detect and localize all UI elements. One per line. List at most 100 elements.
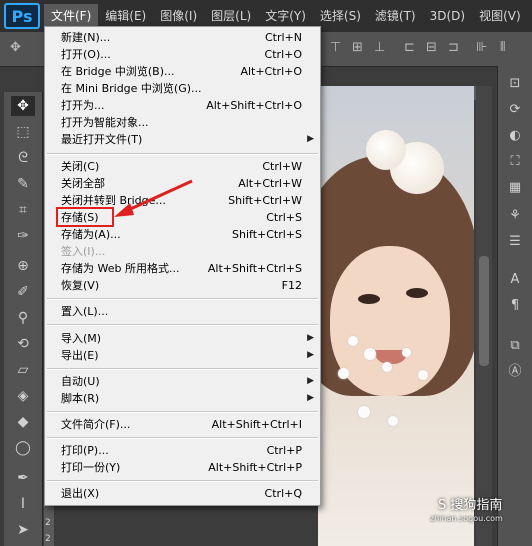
lasso-icon[interactable]: ᘓ (11, 148, 35, 168)
menu-item-save-for-web[interactable]: 存储为 Web 所用格式... Alt+Shift+Ctrl+S (45, 260, 320, 277)
paragraph-panel-icon[interactable]: ¶ (503, 296, 527, 316)
photo-hair-puff (366, 130, 406, 170)
photo-flower (418, 370, 428, 380)
brush-icon[interactable]: ✐ (11, 282, 35, 302)
menu-item-recent-files[interactable]: 最近打开文件(T) ▶ (45, 131, 320, 148)
scrollbar-thumb[interactable] (479, 256, 489, 366)
menu-item-place[interactable]: 置入(L)... (45, 303, 320, 320)
sogou-watermark-url: zhinan.sogou.com (430, 514, 503, 523)
menu-separator (47, 480, 318, 482)
menu-filter[interactable]: 滤镜(T) (368, 4, 423, 28)
menu-layer[interactable]: 图层(L) (204, 4, 258, 28)
menu-item-automate[interactable]: 自动(U) ▶ (45, 373, 320, 390)
type-icon[interactable]: Ⅰ (11, 494, 35, 514)
menu-file[interactable]: 文件(F) (44, 4, 99, 28)
align-hcenter-icon[interactable]: ⊟ (426, 40, 437, 55)
eyedropper-icon[interactable]: ✑ (11, 226, 35, 246)
menu-separator (47, 324, 318, 326)
menu-item-revert[interactable]: 恢复(V) F12 (45, 277, 320, 294)
align-vcenter-icon[interactable]: ⊞ (352, 40, 363, 55)
photoshop-logo: Ps (4, 3, 40, 29)
blur-icon[interactable]: ◆ (11, 412, 35, 432)
marquee-icon[interactable]: ⬚ (11, 122, 35, 142)
submenu-arrow-icon: ▶ (307, 134, 314, 144)
align-bottom-icon[interactable]: ⊥ (374, 40, 385, 55)
histogram-panel-icon[interactable]: ▦ (503, 178, 527, 198)
menu-item-close[interactable]: 关闭(C) Ctrl+W (45, 158, 320, 175)
menu-item-export[interactable]: 导出(E) ▶ (45, 347, 320, 364)
history-panel-icon[interactable]: ⊡ (503, 74, 527, 94)
menu-item-save-as[interactable]: 存储为(A)... Shift+Ctrl+S (45, 226, 320, 243)
move-icon[interactable]: ✥ (11, 96, 35, 116)
menu-item-exit[interactable]: 退出(X) Ctrl+Q (45, 485, 320, 502)
ruler-number: 2 (45, 534, 51, 544)
menu-item-browse-mini-bridge[interactable]: 在 Mini Bridge 中浏览(G)... (45, 80, 320, 97)
history-brush-icon[interactable]: ⟲ (11, 334, 35, 354)
character-panel-icon[interactable]: A (503, 270, 527, 290)
brush-presets-icon[interactable]: ⚘ (503, 206, 527, 226)
vertical-scrollbar[interactable] (476, 86, 492, 546)
document-canvas[interactable] (318, 86, 474, 546)
align-top-icon[interactable]: ⊤ (330, 40, 341, 55)
layer-comps-icon[interactable]: ⧉ (503, 336, 527, 356)
menu-separator (47, 298, 318, 300)
right-panel-dock: ⊡ ⟳ ◐ ⛶ ▦ ⚘ ☰ A ¶ ⧉ Ⓐ (497, 66, 532, 546)
bucket-icon[interactable]: ◈ (11, 386, 35, 406)
menu-3d[interactable]: 3D(D) (423, 4, 472, 28)
menu-item-print-one-copy[interactable]: 打印一份(Y) Alt+Shift+Ctrl+P (45, 459, 320, 476)
photo-flower (402, 348, 411, 357)
menu-type[interactable]: 文字(Y) (258, 4, 313, 28)
photo-flower (364, 348, 376, 360)
actions-panel-icon[interactable]: ⟳ (503, 100, 527, 120)
pen-icon[interactable]: ✒ (11, 468, 35, 488)
distribute-icon[interactable]: ⊪ (476, 40, 487, 55)
submenu-arrow-icon: ▶ (307, 376, 314, 386)
healing-icon[interactable]: ⊕ (11, 256, 35, 276)
menu-separator (47, 411, 318, 413)
submenu-arrow-icon: ▶ (307, 393, 314, 403)
ruler-number: 2 (45, 518, 51, 528)
align-left-icon[interactable]: ⊏ (404, 40, 415, 55)
menu-item-browse-bridge[interactable]: 在 Bridge 中浏览(B)... Alt+Ctrl+O (45, 63, 320, 80)
photo-flower (382, 362, 392, 372)
align-right-icon[interactable]: ⊐ (448, 40, 459, 55)
submenu-arrow-icon: ▶ (307, 333, 314, 343)
menu-image[interactable]: 图像(I) (153, 4, 204, 28)
crop-icon[interactable]: ⌗ (11, 200, 35, 220)
stamp-icon[interactable]: ⚲ (11, 308, 35, 328)
photo-eye (406, 288, 428, 298)
glyphs-panel-icon[interactable]: Ⓐ (503, 362, 527, 382)
menu-view[interactable]: 视图(V) (472, 4, 528, 28)
sogou-watermark: S 搜狗指南 (438, 498, 503, 513)
menu-item-open-smart-object[interactable]: 打开为智能对象... (45, 114, 320, 131)
photo-flower (338, 368, 349, 379)
menu-item-file-info[interactable]: 文件简介(F)... Alt+Shift+Ctrl+I (45, 416, 320, 433)
file-menu-dropdown: 新建(N)... Ctrl+N 打开(O)... Ctrl+O 在 Bridge 中… (44, 26, 321, 506)
menu-item-new[interactable]: 新建(N)... Ctrl+N (45, 29, 320, 46)
photo-flower (348, 336, 358, 346)
distribute-h-icon[interactable]: ⫴ (500, 40, 505, 55)
tool-presets-icon[interactable]: ☰ (503, 232, 527, 252)
menu-edit[interactable]: 编辑(E) (98, 4, 153, 28)
menu-item-print[interactable]: 打印(P)... Ctrl+P (45, 442, 320, 459)
info-panel-icon[interactable]: ◐ (503, 126, 527, 146)
submenu-arrow-icon: ▶ (307, 350, 314, 360)
menu-select[interactable]: 选择(S) (313, 4, 368, 28)
photo-flower (358, 406, 370, 418)
menu-item-scripts[interactable]: 脚本(R) ▶ (45, 390, 320, 407)
quick-select-icon[interactable]: ✎ (11, 174, 35, 194)
menu-item-import[interactable]: 导入(M) ▶ (45, 330, 320, 347)
photo-flower (388, 416, 398, 426)
menu-item-open-as[interactable]: 打开为... Alt+Shift+Ctrl+O (45, 97, 320, 114)
path-select-icon[interactable]: ➤ (11, 520, 35, 540)
menu-separator (47, 153, 318, 155)
annotation-arrow-icon (114, 179, 193, 217)
navigator-panel-icon[interactable]: ⛶ (503, 152, 527, 172)
move-options-icon[interactable]: ✥ (10, 40, 21, 55)
dodge-icon[interactable]: ◯ (11, 438, 35, 458)
menu-separator (47, 437, 318, 439)
menu-item-open[interactable]: 打开(O)... Ctrl+O (45, 46, 320, 63)
tools-panel: ✥ ⬚ ᘓ ✎ ⌗ ✑ ⊕ ✐ ⚲ ⟲ ▱ ◈ ◆ ◯ ✒ Ⅰ ➤ (4, 92, 43, 546)
eraser-icon[interactable]: ▱ (11, 360, 35, 380)
photo-eye (358, 294, 380, 304)
